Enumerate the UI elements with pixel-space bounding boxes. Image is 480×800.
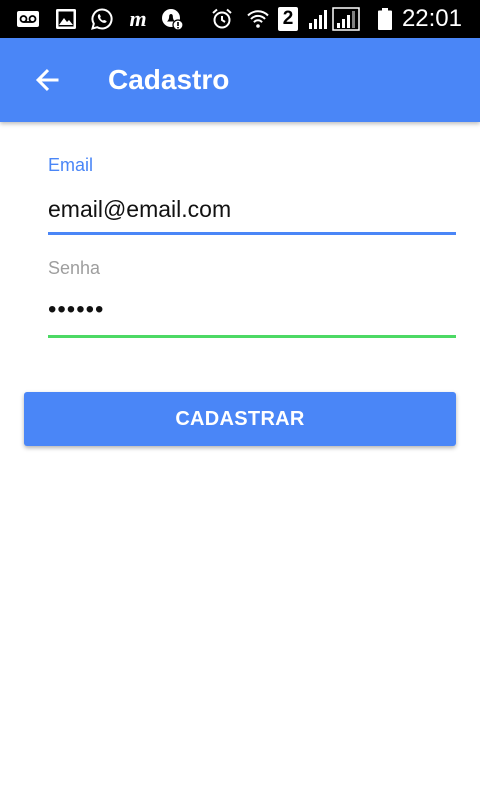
sim-2-icon: 2 [278,7,298,31]
whatsapp-icon [91,8,113,30]
password-label: Senha [48,258,101,278]
arrow-left-icon [35,69,59,91]
password-field[interactable]: Senha •••••• [48,255,456,341]
app-bar: Cadastro [0,38,480,122]
page-title: Cadastro [108,64,230,95]
signal-icon [309,10,327,29]
password-underline [48,335,456,338]
email-field[interactable]: Email email@email.com [48,152,456,238]
email-input[interactable]: email@email.com [48,195,231,223]
signal-icon [332,7,360,31]
alarm-icon [212,8,232,29]
wifi-icon [247,10,269,28]
register-button[interactable]: CADASTRAR [24,392,456,446]
status-bar: m 2 22:01 [0,0,480,38]
clock: 22:01 [401,5,462,32]
voicemail-icon [17,11,39,27]
sim-label: 2 [282,8,294,29]
notification-icon [162,9,184,31]
image-icon [56,9,76,29]
password-input[interactable]: •••••• [48,296,104,324]
svg-text:m: m [129,7,146,31]
back-button[interactable] [24,56,72,104]
m-icon: m [129,7,146,31]
email-label: Email [48,155,94,175]
battery-icon [378,8,392,30]
email-underline [48,232,456,235]
